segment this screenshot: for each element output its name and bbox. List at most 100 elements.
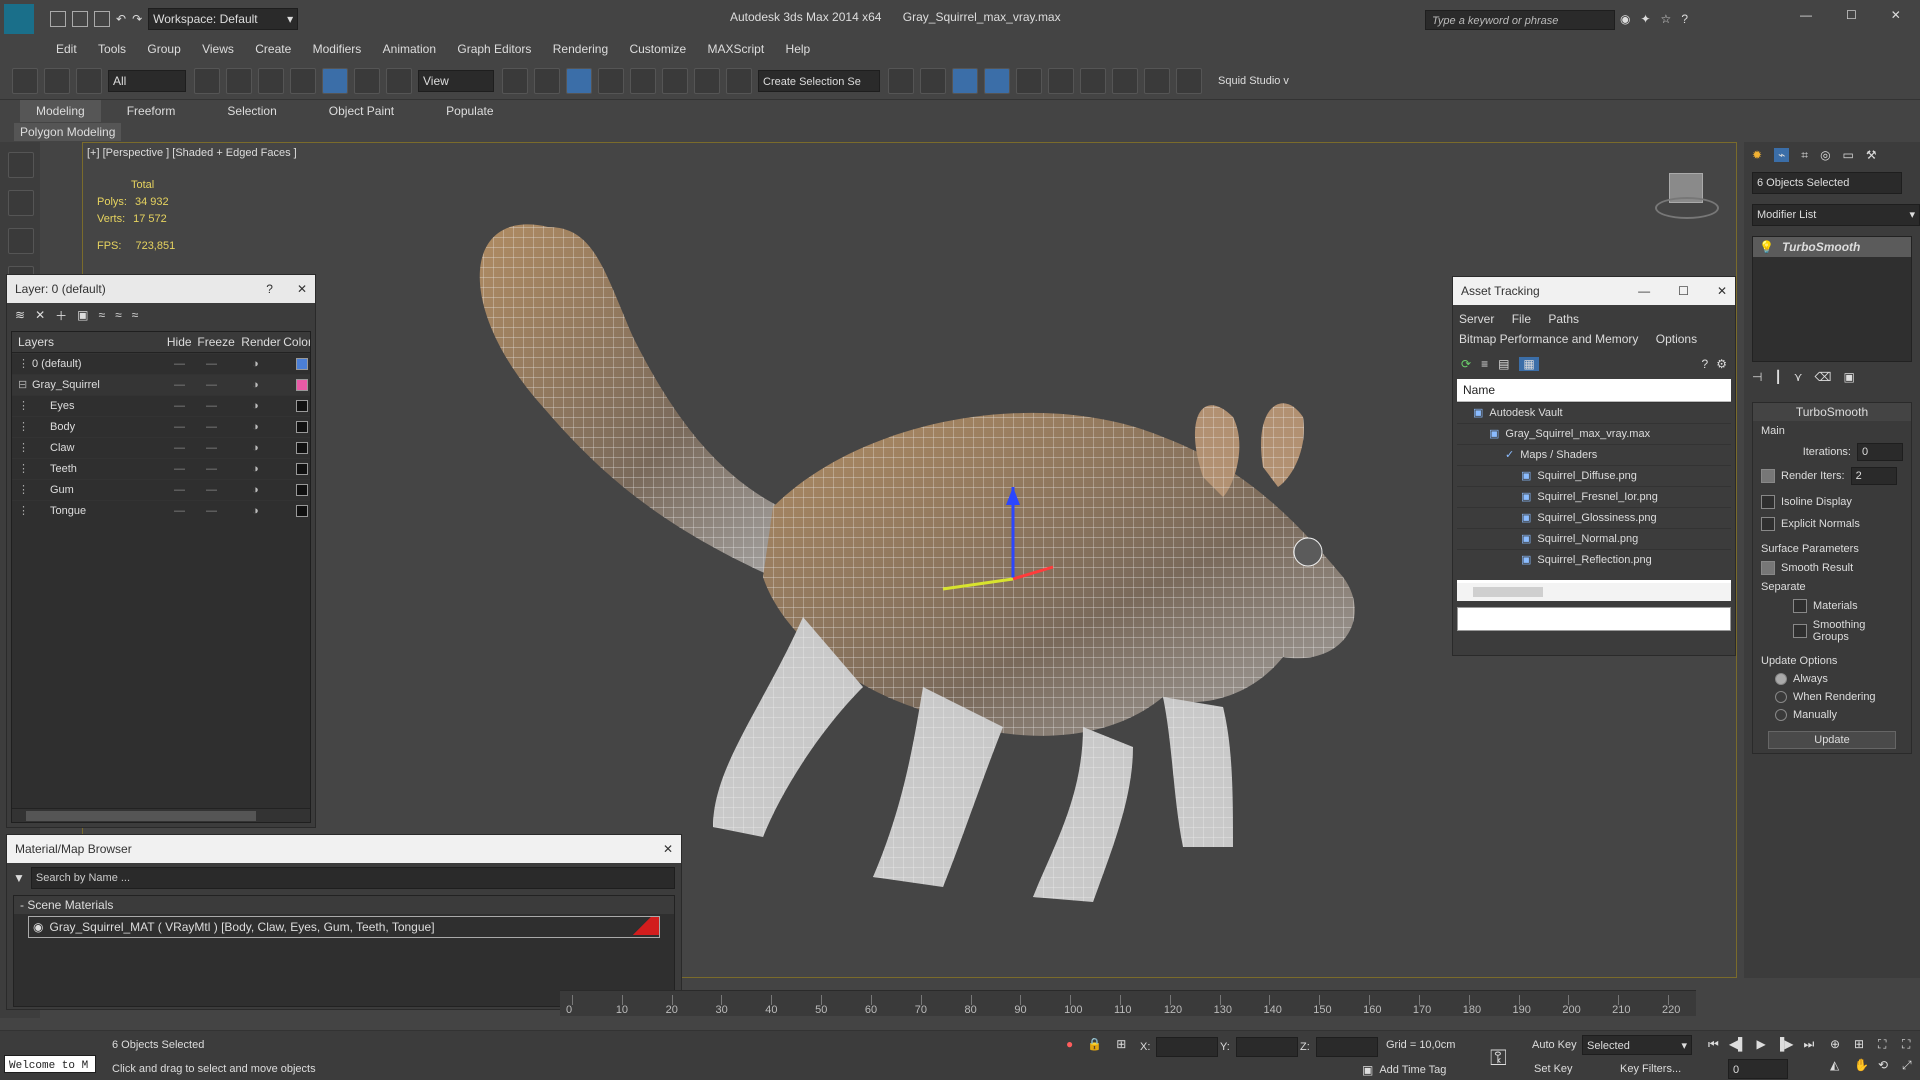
show-end-result-icon[interactable]: ┃ (1774, 370, 1781, 392)
select-layer-objects-icon[interactable]: ▣ (77, 308, 88, 322)
asset-menu-server[interactable]: Server (1459, 312, 1494, 326)
asset-close-icon[interactable]: ✕ (1717, 284, 1727, 298)
hide-all-icon[interactable]: ≈ (115, 308, 122, 322)
scene-explorer-icon[interactable] (984, 68, 1010, 94)
smooth-result-checkbox[interactable] (1761, 561, 1775, 575)
select-object-icon[interactable] (194, 68, 220, 94)
search-box[interactable]: Type a keyword or phrase (1425, 10, 1615, 30)
layer-row[interactable]: ⋮ Teeth — — ◑ (12, 458, 310, 479)
hierarchy-tab-icon[interactable]: ⌗ (1801, 148, 1808, 163)
layer-render-icon[interactable]: ◑ (252, 396, 296, 416)
menu-help[interactable]: Help (786, 38, 811, 60)
move-icon[interactable] (322, 68, 348, 94)
undo-icon[interactable]: ↶ (116, 12, 126, 26)
auto-key-button[interactable]: Auto Key (1532, 1039, 1577, 1051)
pan-icon[interactable]: ✋ (1854, 1058, 1872, 1073)
asset-menu-options[interactable]: Options (1656, 332, 1697, 346)
layer-freeze-toggle[interactable]: — (206, 375, 252, 395)
object-name-field[interactable]: 6 Objects Selected (1752, 172, 1902, 194)
layer-hide-toggle[interactable]: — (174, 396, 206, 416)
curve-editor-icon[interactable] (1016, 68, 1042, 94)
thumbnail-view-icon[interactable]: ▤ (1498, 357, 1509, 371)
material-editor-icon[interactable] (1080, 68, 1106, 94)
select-manipulate-icon[interactable] (534, 68, 560, 94)
layer-hide-toggle[interactable]: — (174, 354, 206, 374)
tab-polygon-modeling[interactable]: Polygon Modeling (14, 123, 122, 141)
update-always-radio[interactable] (1775, 673, 1787, 685)
selection-lock-icon[interactable]: 🔒 (1087, 1037, 1102, 1051)
layer-color-swatch[interactable] (296, 421, 308, 433)
tab-selection[interactable]: Selection (201, 100, 302, 122)
bind-icon[interactable] (76, 68, 102, 94)
tab-freeform[interactable]: Freeform (101, 100, 202, 122)
utilities-tab-icon[interactable]: ⚒ (1866, 148, 1877, 162)
isolate-selection-icon[interactable]: ● (1066, 1037, 1073, 1051)
layer-freeze-toggle[interactable]: — (206, 501, 252, 521)
layout-icon-2[interactable] (8, 190, 34, 216)
select-by-name-icon[interactable] (226, 68, 252, 94)
help-icon[interactable]: ? (1681, 12, 1688, 26)
asset-menu-bitmap-performance[interactable]: Bitmap Performance and Memory (1459, 332, 1638, 346)
layer-render-icon[interactable]: ◑ (252, 438, 296, 458)
menu-graph-editors[interactable]: Graph Editors (457, 38, 531, 60)
layer-hide-toggle[interactable]: — (174, 417, 206, 437)
update-manually-radio[interactable] (1775, 709, 1787, 721)
orbit-icon[interactable]: ⟲ (1878, 1058, 1896, 1073)
close-icon[interactable]: ✕ (1891, 8, 1901, 22)
asset-row[interactable]: ✓ Maps / Shaders (1457, 444, 1731, 465)
layer-row[interactable]: ⋮ Tongue — — ◑ (12, 500, 310, 521)
tools-icon[interactable]: ✦ (1640, 12, 1650, 26)
search-menu-chevron-icon[interactable]: ▼ (13, 871, 25, 885)
menu-animation[interactable]: Animation (383, 38, 436, 60)
asset-row[interactable]: ▣ Squirrel_Reflection.png (1457, 549, 1731, 570)
table-view-icon[interactable]: ▦ (1519, 357, 1539, 371)
menu-customize[interactable]: Customize (629, 38, 686, 60)
layer-render-icon[interactable]: ◑ (252, 501, 296, 521)
motion-tab-icon[interactable]: ◎ (1820, 148, 1830, 162)
selection-region-icon[interactable] (258, 68, 284, 94)
menu-create[interactable]: Create (255, 38, 291, 60)
col-layers[interactable]: Layers (12, 332, 167, 352)
new-file-icon[interactable] (50, 11, 66, 27)
align-icon[interactable] (920, 68, 946, 94)
modifier-list-dropdown[interactable]: Modifier List ▾ (1752, 204, 1920, 226)
layer-hide-toggle[interactable]: — (174, 438, 206, 458)
layout-icon-1[interactable] (8, 152, 34, 178)
spinner-snap-icon[interactable] (694, 68, 720, 94)
create-tab-icon[interactable]: ✹ (1752, 148, 1762, 162)
delete-layer-icon[interactable]: ✕ (35, 308, 45, 322)
field-of-view-icon[interactable]: ◭ (1830, 1058, 1848, 1073)
open-file-icon[interactable] (72, 11, 88, 27)
menu-tools[interactable]: Tools (98, 38, 126, 60)
selection-filter-dropdown[interactable]: All (108, 70, 186, 92)
add-to-layer-icon[interactable]: ＋ (55, 307, 67, 324)
layer-render-icon[interactable]: ◑ (252, 354, 296, 374)
layer-freeze-toggle[interactable]: — (206, 459, 252, 479)
menu-maxscript[interactable]: MAXScript (708, 38, 765, 60)
angle-snap-icon[interactable] (630, 68, 656, 94)
reference-coordinate-dropdown[interactable]: View (418, 70, 494, 92)
edit-named-selection-icon[interactable] (726, 68, 752, 94)
minimize-icon[interactable]: — (1800, 8, 1812, 22)
smoothing-groups-checkbox[interactable] (1793, 624, 1807, 638)
create-layer-icon[interactable]: ≋ (15, 308, 25, 322)
layer-freeze-toggle[interactable]: — (206, 438, 252, 458)
asset-maximize-icon[interactable]: ☐ (1678, 284, 1689, 298)
zoom-all-icon[interactable]: ⊞ (1854, 1037, 1872, 1052)
render-iters-field[interactable]: 2 (1850, 467, 1897, 485)
z-field[interactable] (1315, 1037, 1378, 1057)
modify-tab-icon[interactable]: ⌁ (1774, 148, 1790, 162)
percent-snap-icon[interactable] (662, 68, 688, 94)
set-key-icon[interactable]: ⚿ (1490, 1045, 1507, 1071)
menu-views[interactable]: Views (202, 38, 234, 60)
material-row[interactable]: ◉ Gray_Squirrel_MAT ( VRayMtl ) [Body, C… (28, 916, 660, 938)
rendered-frame-window-icon[interactable] (1144, 68, 1170, 94)
tab-object-paint[interactable]: Object Paint (303, 100, 420, 122)
asset-menu-paths[interactable]: Paths (1548, 312, 1579, 326)
layer-list-hscroll[interactable] (12, 808, 310, 822)
layer-freeze-toggle[interactable]: — (206, 354, 252, 374)
scene-materials-header[interactable]: - Scene Materials (14, 896, 674, 914)
link-icon[interactable] (12, 68, 38, 94)
search-input[interactable]: Type a keyword or phrase (1426, 15, 1558, 27)
explicit-normals-checkbox[interactable] (1761, 517, 1775, 531)
